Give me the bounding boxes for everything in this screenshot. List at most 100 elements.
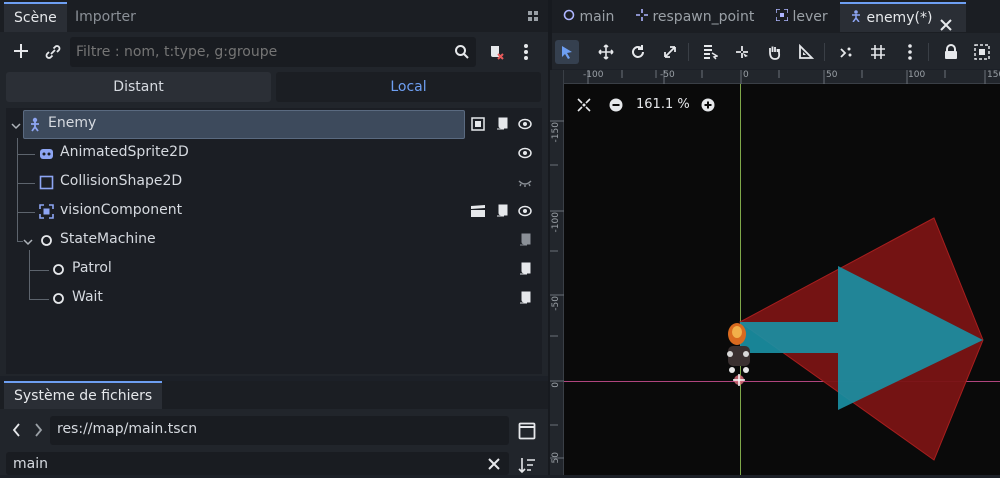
tab-importer-label: Importer <box>75 9 136 25</box>
script-icon[interactable] <box>518 291 532 305</box>
pivot-tool-button[interactable] <box>730 40 754 64</box>
visibility-hidden-icon[interactable] <box>518 175 532 189</box>
path-field[interactable]: res://map/main.tscn <box>50 416 509 445</box>
node-label-statemachine: StateMachine <box>60 231 156 247</box>
tab-scene-label: Scène <box>14 10 57 26</box>
move-tool-button[interactable] <box>594 40 618 64</box>
visibility-icon[interactable] <box>518 117 532 131</box>
tab-enemy[interactable]: enemy(*) <box>840 2 966 32</box>
script-icon[interactable] <box>495 204 509 218</box>
node-label-collisionshape2d: CollisionShape2D <box>60 173 183 189</box>
node-label-wait: Wait <box>72 289 103 305</box>
clapperboard-icon[interactable] <box>470 204 485 218</box>
move-icon <box>598 44 614 60</box>
script-icon[interactable] <box>495 117 509 131</box>
search-icon <box>454 44 470 60</box>
vision-area-shape[interactable] <box>550 70 1000 475</box>
tree-node-patrol[interactable]: Patrol <box>6 255 542 284</box>
tab-respawn-point-label: respawn_point <box>652 9 755 25</box>
group-selection-icon[interactable] <box>471 117 485 131</box>
zoom-out-icon[interactable] <box>609 98 623 112</box>
filter-input[interactable] <box>76 43 446 61</box>
select-tool-button[interactable] <box>555 40 579 64</box>
script-remove-icon[interactable] <box>487 43 505 61</box>
smart-snap-icon <box>840 47 852 58</box>
tree-node-animatedsprite2d[interactable]: AnimatedSprite2D <box>6 139 542 168</box>
scale-tool-button[interactable] <box>658 40 682 64</box>
zoom-level[interactable]: 161.1 % <box>636 97 690 112</box>
animated-sprite-icon <box>39 146 54 161</box>
tree-node-wait[interactable]: Wait <box>6 284 542 313</box>
kebab-menu-icon[interactable] <box>520 43 532 61</box>
node-label-visioncomponent: visionComponent <box>60 202 183 218</box>
zoom-in-icon[interactable] <box>701 98 715 112</box>
tab-respawn-point[interactable]: respawn_point <box>626 2 764 32</box>
grid-snap-button[interactable] <box>866 40 890 64</box>
marker2d-icon <box>636 2 648 32</box>
dock-menu-icon[interactable] <box>526 9 540 23</box>
tab-scene[interactable]: Scène <box>4 2 67 32</box>
node-label-patrol: Patrol <box>72 260 112 276</box>
cursor-icon <box>562 46 572 59</box>
viewport[interactable]: -100 -50 0 50 100 150 -150 -100 -50 0 50… <box>550 70 1000 475</box>
lock-button[interactable] <box>939 40 963 64</box>
scene-tree: Enemy AnimatedSprite2D CollisionShape2D … <box>6 108 542 374</box>
script-icon[interactable] <box>518 262 532 276</box>
enemy-sprite[interactable] <box>722 320 762 392</box>
ruler-tool-button[interactable] <box>794 40 818 64</box>
tree-node-statemachine[interactable]: StateMachine <box>6 226 542 255</box>
toolbar-separator <box>824 43 825 61</box>
node-circle-icon <box>51 291 66 306</box>
local-button[interactable]: Local <box>276 72 541 102</box>
script-icon[interactable] <box>518 233 532 247</box>
back-arrow-icon[interactable] <box>11 422 23 438</box>
tree-node-enemy[interactable]: Enemy <box>6 110 542 139</box>
path-value: res://map/main.tscn <box>57 421 198 437</box>
smart-snap-button[interactable] <box>834 40 858 64</box>
group-button[interactable] <box>970 40 994 64</box>
ruler-icon <box>799 44 814 59</box>
node-label-enemy: Enemy <box>48 115 97 131</box>
visibility-icon[interactable] <box>518 204 532 218</box>
collapse-arrow-icon[interactable] <box>11 119 21 135</box>
node-circle-icon <box>39 233 54 248</box>
node-label-animatedsprite2d: AnimatedSprite2D <box>60 144 189 160</box>
tree-node-collisionshape2d[interactable]: CollisionShape2D <box>6 168 542 197</box>
distant-button[interactable]: Distant <box>6 72 271 102</box>
toolbar-separator <box>928 43 929 61</box>
clear-icon[interactable] <box>487 457 501 471</box>
split-view-icon[interactable] <box>518 422 536 440</box>
visibility-icon[interactable] <box>518 146 532 160</box>
grid-snap-icon <box>871 45 885 59</box>
close-tab-icon[interactable] <box>940 13 952 31</box>
node-circle-icon <box>563 2 575 32</box>
tab-lever[interactable]: lever <box>766 2 838 32</box>
add-node-icon[interactable] <box>12 42 30 60</box>
character-body-icon <box>850 4 862 32</box>
sort-icon[interactable] <box>518 456 536 474</box>
pan-tool-button[interactable] <box>762 40 786 64</box>
list-select-button[interactable] <box>698 40 722 64</box>
tab-importer[interactable]: Importer <box>65 2 146 32</box>
instance-link-icon[interactable] <box>44 43 62 61</box>
filter-field[interactable] <box>70 37 476 67</box>
more-options-button[interactable] <box>898 40 922 64</box>
tree-node-visioncomponent[interactable]: visionComponent <box>6 197 542 226</box>
forward-arrow-icon[interactable] <box>32 422 44 438</box>
rotate-icon <box>632 45 644 58</box>
tab-enemy-label: enemy(*) <box>866 10 933 26</box>
area2d-icon <box>775 2 789 32</box>
center-view-icon[interactable] <box>577 98 591 112</box>
local-label: Local <box>390 79 427 95</box>
node-circle-icon <box>51 262 66 277</box>
file-search-field[interactable]: main <box>6 452 509 475</box>
list-select-icon <box>704 45 718 60</box>
tab-filesystem[interactable]: Système de fichiers <box>4 381 163 409</box>
tab-main[interactable]: main <box>553 2 624 32</box>
scale-icon <box>664 46 676 58</box>
group-icon <box>974 44 990 60</box>
collapse-arrow-icon[interactable] <box>23 235 33 251</box>
rotate-tool-button[interactable] <box>626 40 650 64</box>
tab-main-label: main <box>579 9 615 25</box>
kebab-menu-icon <box>908 44 912 60</box>
